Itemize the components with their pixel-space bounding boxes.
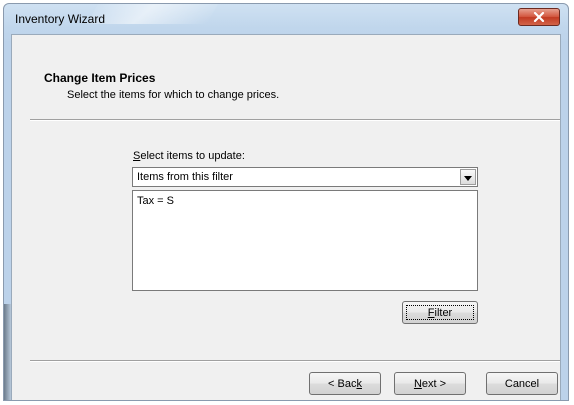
close-button[interactable] xyxy=(518,8,560,26)
header-separator xyxy=(30,119,560,121)
select-items-dropdown[interactable]: Items from this filter xyxy=(132,167,478,187)
select-items-label-rest: elect items to update: xyxy=(140,150,245,162)
next-button-label: Next > xyxy=(414,378,446,390)
back-button-accel: k xyxy=(356,377,362,390)
back-button[interactable]: < Back xyxy=(309,372,381,395)
back-button-label: < Back xyxy=(328,378,362,390)
wizard-header: Change Item Prices Select the items for … xyxy=(12,35,560,115)
select-items-value: Items from this filter xyxy=(137,171,233,183)
window-frame-shadow xyxy=(4,304,11,400)
back-button-prefix: < Bac xyxy=(328,377,357,390)
title-bar-sheen xyxy=(86,4,222,24)
title-bar[interactable]: Inventory Wizard xyxy=(4,4,568,34)
list-item[interactable]: Tax = S xyxy=(137,195,174,207)
dialog-client-area: Change Item Prices Select the items for … xyxy=(11,34,561,400)
page-title: Change Item Prices xyxy=(44,71,156,85)
next-button-accel: N xyxy=(413,377,422,390)
filter-button[interactable]: Filter xyxy=(402,301,478,324)
select-items-label: Select items to update: xyxy=(133,150,245,162)
focus-ring xyxy=(406,305,474,320)
page-subtitle: Select the items for which to change pri… xyxy=(67,89,280,101)
filter-list[interactable]: Tax = S xyxy=(132,190,478,291)
next-button[interactable]: Next > xyxy=(394,372,466,395)
footer-separator xyxy=(30,360,560,362)
wizard-window: Inventory Wizard Change Item Prices Sele… xyxy=(3,3,569,401)
dropdown-arrow-button[interactable] xyxy=(460,169,476,185)
dropdown-arrow-icon xyxy=(464,168,472,186)
next-button-rest: ext > xyxy=(421,377,447,390)
window-title: Inventory Wizard xyxy=(15,12,106,26)
cancel-button[interactable]: Cancel xyxy=(486,372,558,395)
close-icon xyxy=(533,12,545,22)
